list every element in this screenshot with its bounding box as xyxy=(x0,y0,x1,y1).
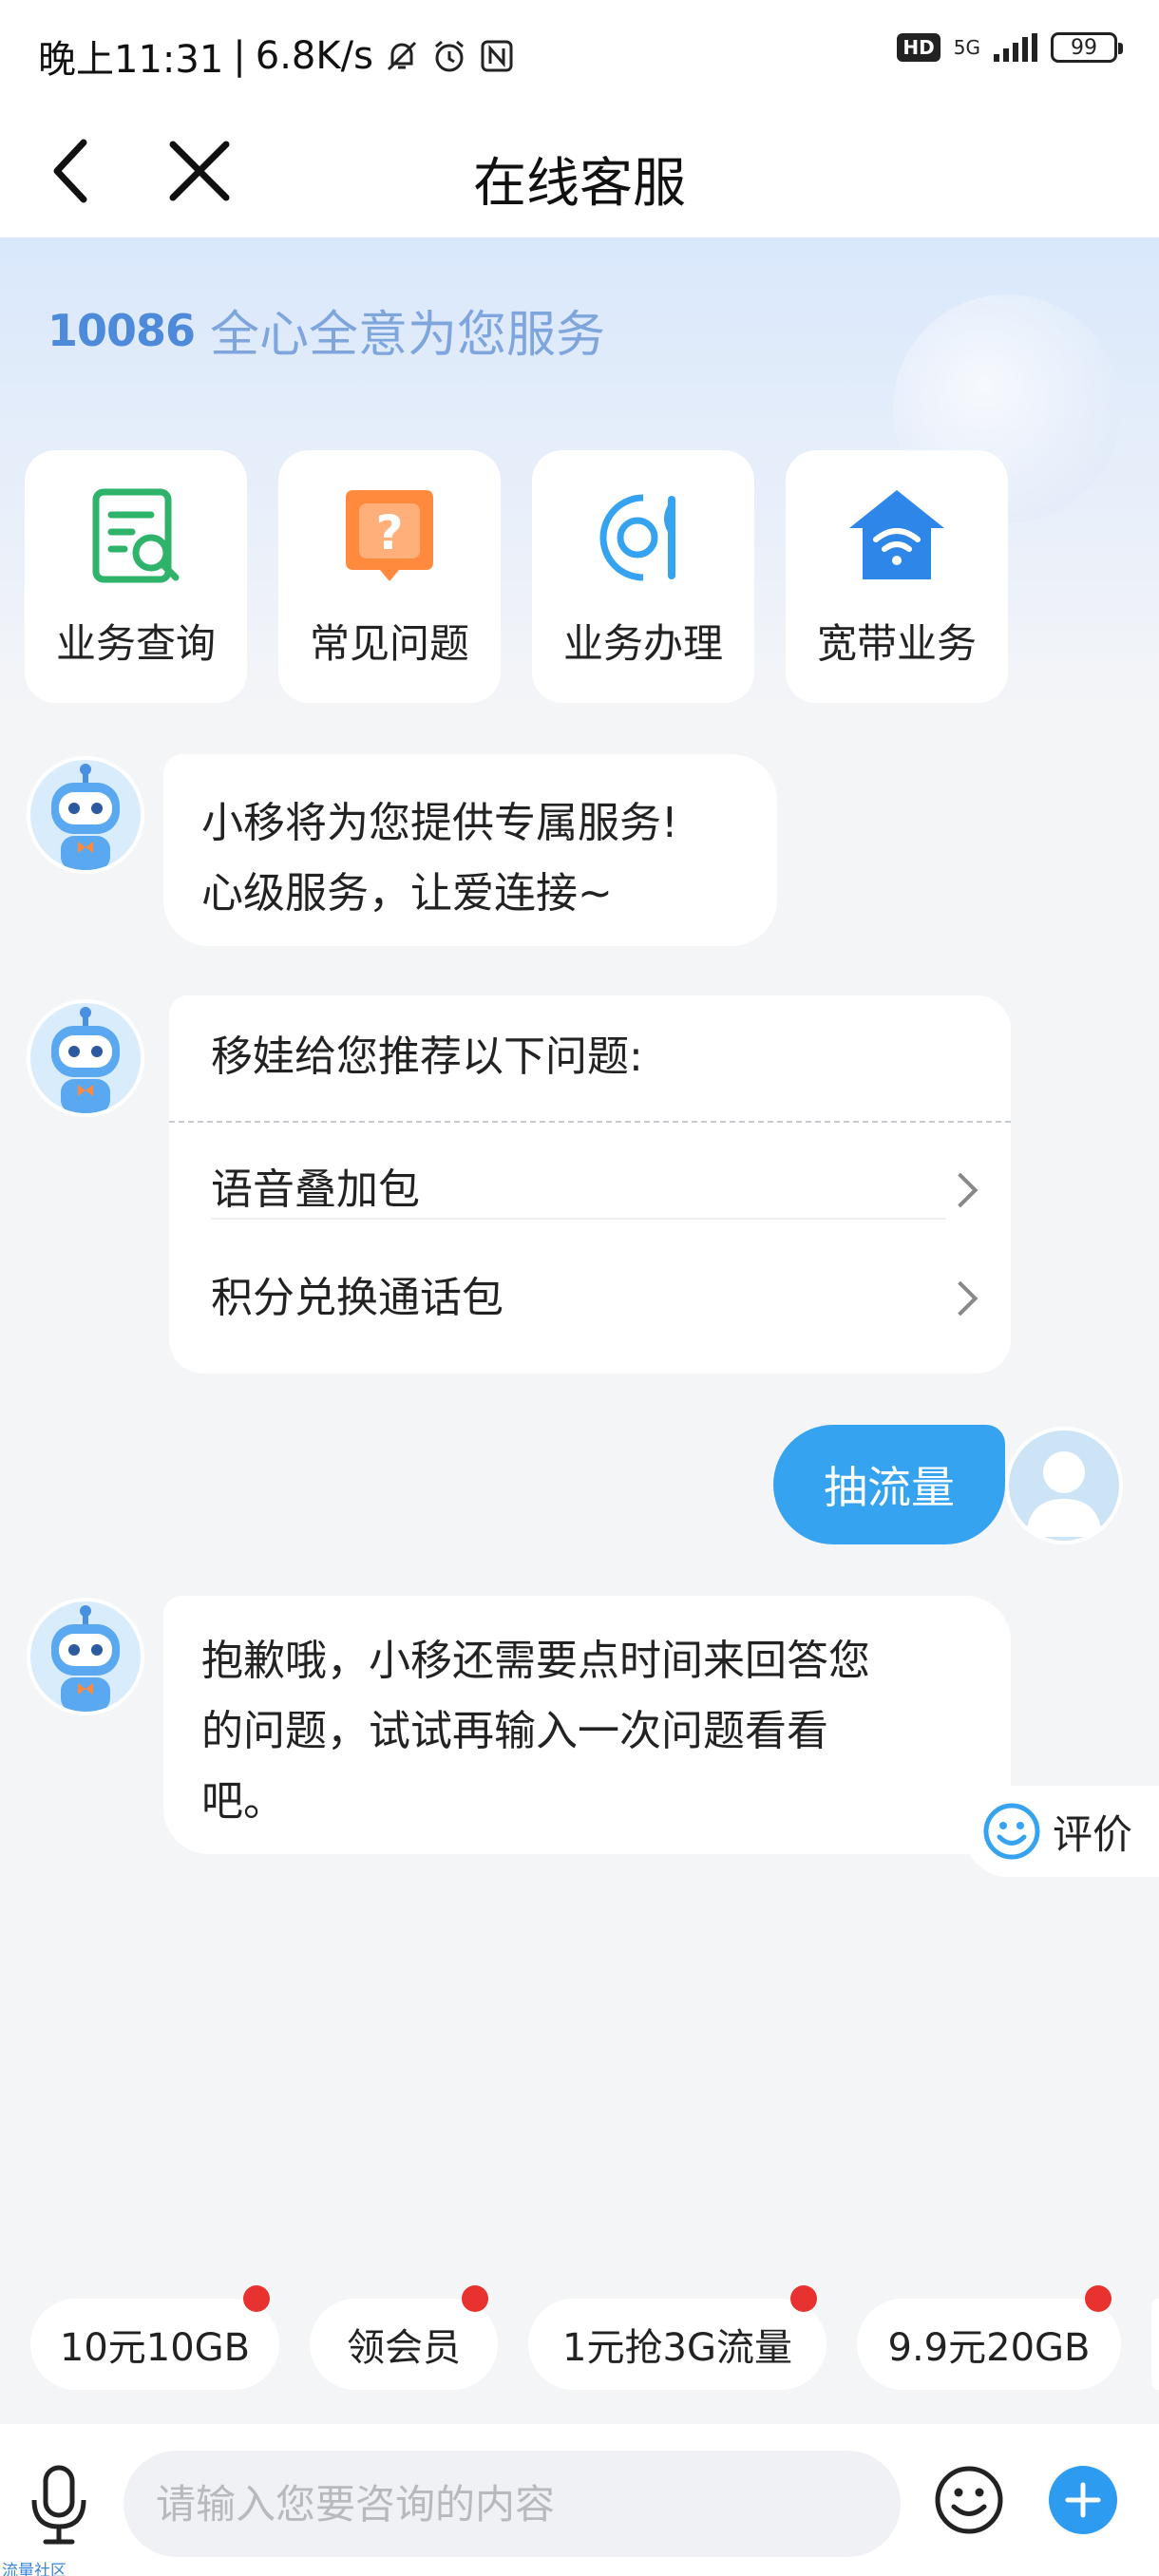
banner-slogan: 全心全意为您服务 xyxy=(210,307,606,364)
watermark-text: 流量社区 xyxy=(2,2562,66,2576)
status-bar: 晚上11:31 | 6.8K/s HD 5G 99 xyxy=(0,0,1159,104)
emoji-icon[interactable] xyxy=(933,2464,1005,2536)
recommend-item[interactable]: 语音叠加包 xyxy=(211,1138,1011,1242)
status-time: 晚上11:31 xyxy=(38,38,224,82)
chip-label: 9.9元20GB xyxy=(887,2326,1091,2370)
recommend-item-label: 积分兑换通话包 xyxy=(211,1274,504,1322)
wifi-house-icon xyxy=(849,490,944,579)
new-badge xyxy=(243,2285,270,2312)
chip-item[interactable]: 9.9元20GB xyxy=(857,2285,1121,2390)
new-badge xyxy=(1085,2285,1112,2312)
brand-logo: 10086 全心全意为您服务 xyxy=(48,294,605,366)
nfc-icon xyxy=(481,40,513,72)
status-left: 晚上11:31 | 6.8K/s xyxy=(38,28,516,84)
add-button[interactable] xyxy=(1049,2466,1117,2534)
bot-greeting-bubble: 小移将为您提供专属服务! 心级服务，让爱连接~ xyxy=(163,754,777,946)
reply-line: 抱歉哦，小移还需要点时间来回答您 xyxy=(201,1637,870,1685)
quick-action-label: 宽带业务 xyxy=(816,620,977,667)
chip-item[interactable]: 领会员 xyxy=(310,2285,498,2390)
service-plate-icon xyxy=(599,494,675,581)
nav-bar: 在线客服 xyxy=(0,104,1159,237)
reply-line: 吧。 xyxy=(201,1777,285,1826)
user-silhouette-icon xyxy=(1026,1451,1102,1537)
document-search-icon xyxy=(92,488,180,583)
battery-icon: 99 xyxy=(1051,32,1123,63)
greeting-line: 小移将为您提供专属服务! xyxy=(201,799,678,847)
recommend-item-label: 语音叠加包 xyxy=(211,1165,420,1214)
logo-number: 10086 xyxy=(48,304,196,356)
user-avatar xyxy=(1005,1427,1123,1544)
mute-bell-icon xyxy=(387,41,416,71)
rate-label: 评价 xyxy=(1053,1810,1133,1858)
plus-icon xyxy=(1065,2482,1101,2518)
input-bar xyxy=(0,2424,1159,2576)
quick-action-faq[interactable]: ? 常见问题 xyxy=(278,450,501,703)
quick-action-label: 业务办理 xyxy=(562,620,723,667)
hd-badge: HD xyxy=(897,33,940,62)
bot-reply-bubble: 抱歉哦，小移还需要点时间来回答您 的问题，试试再输入一次问题看看 吧。 xyxy=(163,1596,1011,1854)
user-message-bubble: 抽流量 xyxy=(773,1425,1005,1544)
new-badge xyxy=(790,2285,817,2312)
page-title: 在线客服 xyxy=(473,153,686,215)
reply-line: 的问题，试试再输入一次问题看看 xyxy=(201,1707,828,1755)
chip-label: 领会员 xyxy=(347,2326,461,2370)
microphone-icon[interactable] xyxy=(23,2462,95,2548)
network-speed: 6.8K/s xyxy=(255,34,373,78)
bot-avatar xyxy=(27,1598,144,1715)
bot-avatar xyxy=(27,756,144,874)
chip-item[interactable]: 10元10GB xyxy=(30,2285,279,2390)
alarm-icon xyxy=(434,40,464,72)
battery-level: 99 xyxy=(1071,35,1097,60)
message-input[interactable] xyxy=(124,2451,901,2557)
divider xyxy=(211,1218,946,1220)
chip-item[interactable]: 1元抢3G流量 xyxy=(528,2285,826,2390)
signal-icon xyxy=(994,33,1037,62)
bot-avatar xyxy=(27,999,144,1117)
svg-text:?: ? xyxy=(375,505,403,560)
recommend-title: 移娃给您推荐以下问题: xyxy=(211,1032,643,1081)
question-bubble-icon: ? xyxy=(346,490,433,581)
user-message-text: 抽流量 xyxy=(824,1462,955,1513)
quick-action-label: 常见问题 xyxy=(309,620,469,667)
divider xyxy=(169,1121,1011,1123)
robot-icon xyxy=(51,764,120,870)
status-right: HD 5G 99 xyxy=(897,32,1123,63)
smile-icon xyxy=(983,1803,1040,1860)
rate-button[interactable]: 评价 xyxy=(963,1786,1159,1877)
greeting-line: 心级服务，让爱连接~ xyxy=(201,869,613,918)
chip-label: 10元10GB xyxy=(59,2326,251,2370)
quick-action-broadband[interactable]: 宽带业务 xyxy=(786,450,1008,703)
robot-icon xyxy=(51,1007,120,1113)
quick-action-handle[interactable]: 业务办理 xyxy=(532,450,754,703)
quick-action-label: 业务查询 xyxy=(55,620,216,667)
chip-label: 1元抢3G流量 xyxy=(562,2326,792,2370)
robot-icon xyxy=(51,1605,120,1712)
quick-action-query[interactable]: 业务查询 xyxy=(25,450,247,703)
network-type: 5G xyxy=(953,36,980,59)
recommend-item[interactable]: 积分兑换通话包 xyxy=(211,1246,1011,1351)
chip-item-partial[interactable] xyxy=(1151,2299,1159,2390)
new-badge xyxy=(462,2285,488,2312)
recommend-card: 移娃给您推荐以下问题: 语音叠加包 积分兑换通话包 xyxy=(169,995,1011,1373)
